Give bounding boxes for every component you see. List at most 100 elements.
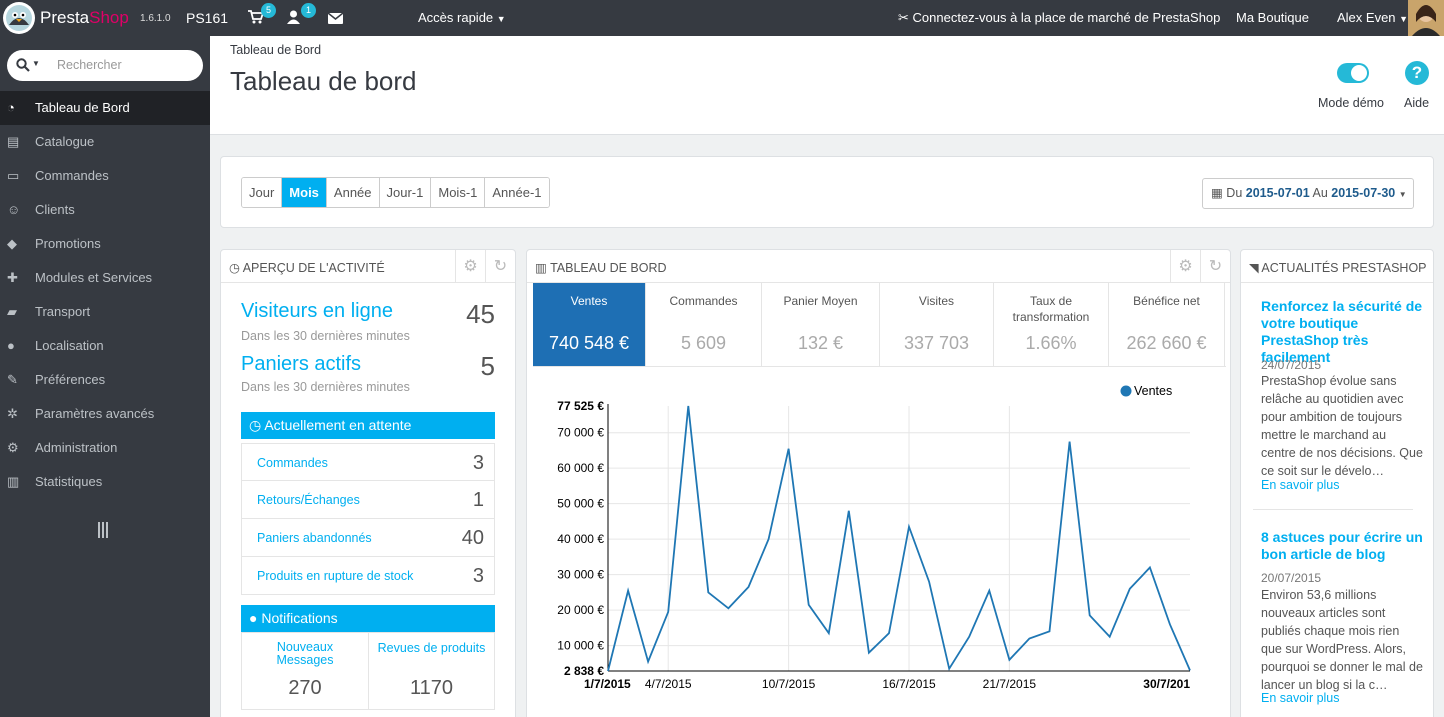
search-box[interactable]: ▼ Rechercher	[7, 50, 203, 81]
data-point[interactable]	[1188, 668, 1192, 672]
kpi-visites[interactable]: Visites 337 703	[880, 283, 994, 366]
pending-row-paniers-abandonnes[interactable]: Paniers abandonnés 40	[241, 519, 495, 557]
data-point[interactable]	[827, 631, 831, 635]
messages-button[interactable]	[327, 12, 344, 27]
active-carts-label[interactable]: Paniers actifs	[241, 353, 361, 376]
help-label[interactable]: Aide	[1404, 96, 1429, 110]
gear-icon[interactable]: ⚙	[455, 250, 485, 283]
sidebar-item-parametres-avances[interactable]: ✲ Paramètres avancés	[0, 397, 210, 431]
sidebar-item-tableau-de-bord[interactable]: ◔ Tableau de Bord	[0, 91, 210, 125]
top-bar: PrestaShop 1.6.1.0 PS161 5 1 Accès rapid…	[0, 0, 1444, 36]
data-point[interactable]	[746, 585, 750, 589]
data-point[interactable]	[807, 603, 811, 607]
sales-line-chart[interactable]: 2 838 € 10 000 € 20 000 € 30 000 € 40 000 € 5…	[527, 367, 1230, 717]
search-icon[interactable]	[16, 58, 30, 72]
demo-mode-toggle[interactable]	[1337, 63, 1369, 83]
period-button-annee[interactable]: Année	[326, 178, 380, 207]
data-point[interactable]	[626, 589, 630, 593]
data-point[interactable]	[907, 525, 911, 529]
user-menu[interactable]: Alex Even ▼	[1337, 10, 1408, 25]
data-point[interactable]	[1007, 658, 1011, 662]
data-point[interactable]	[927, 580, 931, 584]
caret-down-icon[interactable]: ▼	[32, 59, 40, 68]
breadcrumb[interactable]: Tableau de Bord	[230, 43, 321, 57]
legend-label[interactable]: Ventes	[1134, 384, 1172, 398]
data-point[interactable]	[666, 610, 670, 614]
data-point[interactable]	[1128, 587, 1132, 591]
data-point[interactable]	[1168, 622, 1172, 626]
date-range-picker[interactable]: ▦ Du 2015-07-01 Au 2015-07-30 ▼	[1202, 178, 1414, 209]
data-point[interactable]	[847, 509, 851, 513]
kpi-panier-moyen[interactable]: Panier Moyen 132 €	[762, 283, 880, 366]
avatar[interactable]	[1408, 0, 1444, 36]
data-point[interactable]	[987, 589, 991, 593]
chart-y-axis: 2 838 € 10 000 € 20 000 € 30 000 € 40 000 € 5…	[557, 399, 609, 678]
sidebar-item-clients[interactable]: ☺ Clients	[0, 193, 210, 227]
data-point[interactable]	[706, 590, 710, 594]
news-title: ◥ ACTUALITÉS PRESTASHOP	[1249, 260, 1427, 275]
my-shop-link[interactable]: Ma Boutique	[1236, 10, 1309, 25]
sidebar-item-preferences[interactable]: ✎ Préférences	[0, 363, 210, 397]
kpi-benefice-net[interactable]: Bénéfice net 262 660 €	[1109, 283, 1225, 366]
pending-row-label[interactable]: Commandes	[257, 456, 328, 470]
sidebar-item-administration[interactable]: ⚙ Administration	[0, 431, 210, 465]
pending-row-label[interactable]: Paniers abandonnés	[257, 531, 372, 545]
pending-row-label[interactable]: Produits en rupture de stock	[257, 569, 413, 583]
data-point[interactable]	[1088, 613, 1092, 617]
news-item-title[interactable]: Renforcez la sécurité de votre boutique …	[1261, 298, 1426, 366]
pending-row-produits-en-rupture-de-stock[interactable]: Produits en rupture de stock 3	[241, 557, 495, 595]
data-point[interactable]	[726, 606, 730, 610]
data-point[interactable]	[1068, 440, 1072, 444]
help-icon[interactable]: ?	[1405, 61, 1429, 85]
collapse-sidebar-icon[interactable]	[98, 522, 110, 538]
pending-row-label[interactable]: Retours/Échanges	[257, 493, 360, 507]
kpi-ventes[interactable]: Ventes 740 548 €	[533, 283, 646, 366]
pending-row-retours-echanges[interactable]: Retours/Échanges 1	[241, 481, 495, 519]
data-point[interactable]	[947, 667, 951, 671]
sidebar-item-transport[interactable]: ▰ Transport	[0, 295, 210, 329]
period-button-mois[interactable]: Mois	[282, 178, 327, 207]
visitors-online-label[interactable]: Visiteurs en ligne	[241, 300, 393, 323]
period-button-jour[interactable]: Jour	[242, 178, 283, 207]
sidebar-item-commandes[interactable]: ▭ Commandes	[0, 159, 210, 193]
prestashop-logo-icon[interactable]	[2, 1, 36, 35]
kpi-commandes[interactable]: Commandes 5 609	[646, 283, 762, 366]
data-point[interactable]	[867, 651, 871, 655]
data-point[interactable]	[646, 660, 650, 664]
notification-reviews[interactable]: Revues de produits 1170	[368, 632, 495, 710]
data-point[interactable]	[1048, 629, 1052, 633]
data-point[interactable]	[767, 537, 771, 541]
data-point[interactable]	[887, 631, 891, 635]
news-item-title[interactable]: 8 astuces pour écrire un bon article de …	[1261, 529, 1426, 563]
news-item-more-link[interactable]: En savoir plus	[1261, 691, 1340, 705]
demo-mode-label[interactable]: Mode démo	[1318, 96, 1384, 110]
kpi-taux-de-transformation[interactable]: Taux de transformation 1.66%	[994, 283, 1109, 366]
search-input[interactable]: Rechercher	[57, 58, 122, 72]
pending-row-commandes[interactable]: Commandes 3	[241, 443, 495, 481]
data-point[interactable]	[1148, 566, 1152, 570]
period-button-jour-1[interactable]: Jour-1	[379, 178, 432, 207]
marketplace-link[interactable]: ✂ Connectez-vous à la place de marché de…	[898, 10, 1220, 26]
refresh-icon[interactable]: ↻	[485, 250, 515, 283]
brand-name[interactable]: PrestaShop	[40, 8, 129, 28]
data-point[interactable]	[686, 404, 690, 408]
sidebar-item-localisation[interactable]: ● Localisation	[0, 329, 210, 363]
notification-messages[interactable]: Nouveaux Messages 270	[241, 632, 369, 710]
kpi-row: Ventes 740 548 € Commandes 5 609 Panier Moye…	[533, 250, 1226, 367]
data-point[interactable]	[967, 635, 971, 639]
data-point[interactable]	[787, 447, 791, 451]
customers-button[interactable]	[287, 10, 300, 27]
news-item-more-link[interactable]: En savoir plus	[1261, 478, 1340, 492]
quick-access-menu[interactable]: Accès rapide ▼	[418, 10, 506, 25]
sidebar-item-catalogue[interactable]: ▤ Catalogue	[0, 125, 210, 159]
period-button-annee-1[interactable]: Année-1	[485, 178, 549, 207]
sidebar-item-promotions[interactable]: ◆ Promotions	[0, 227, 210, 261]
period-button-mois-1[interactable]: Mois-1	[431, 178, 486, 207]
sidebar-item-modules-et-services[interactable]: ✚ Modules et Services	[0, 261, 210, 295]
series-line-ventes[interactable]	[607, 405, 1191, 672]
data-point[interactable]	[1108, 635, 1112, 639]
data-point[interactable]	[606, 669, 610, 673]
page-header: Tableau de Bord Tableau de bord Mode dém…	[210, 36, 1444, 135]
sidebar-item-statistiques[interactable]: ▥ Statistiques	[0, 465, 210, 499]
data-point[interactable]	[1027, 636, 1031, 640]
